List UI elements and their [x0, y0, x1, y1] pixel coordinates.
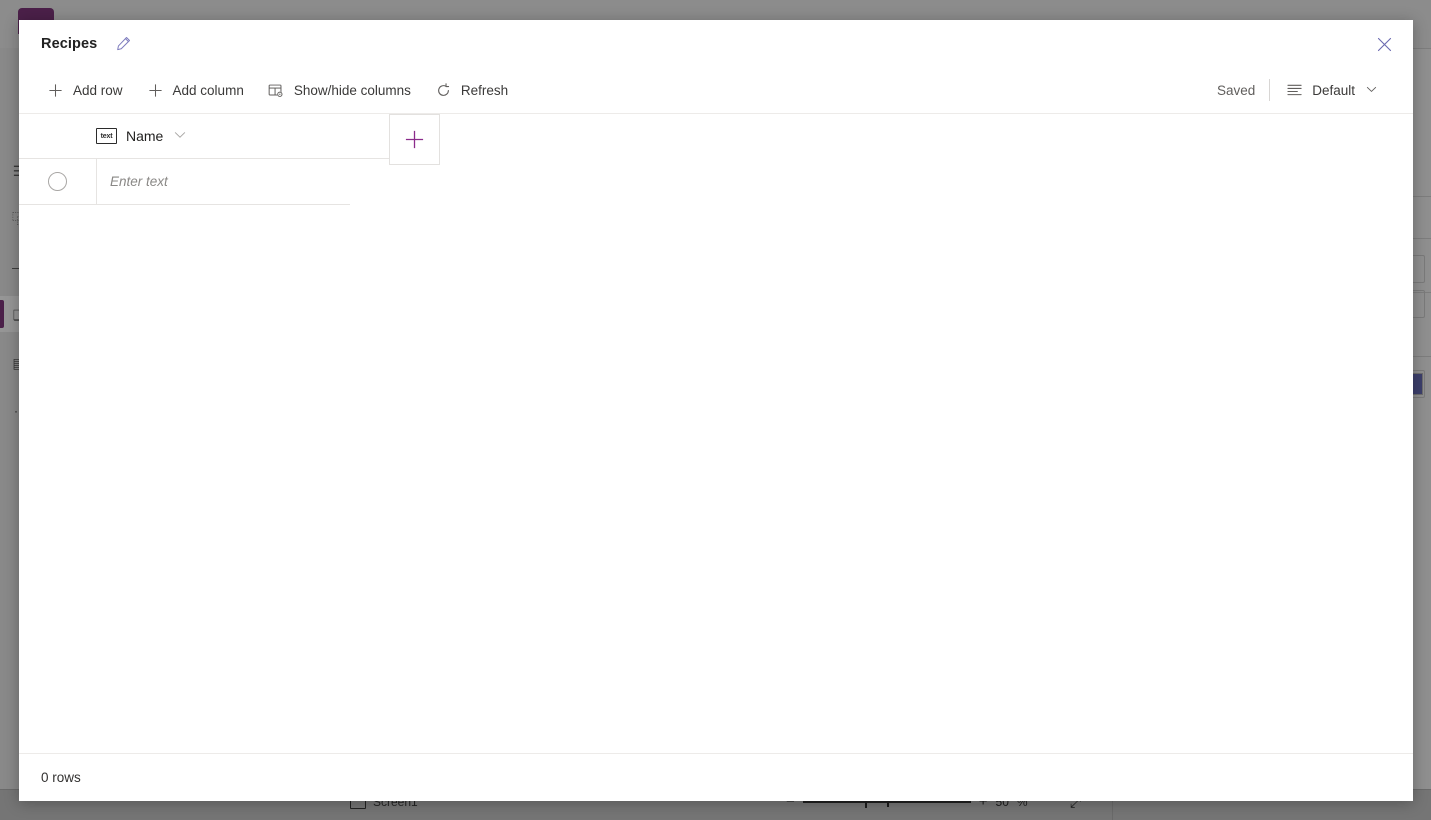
- view-selector-button[interactable]: Default: [1276, 74, 1387, 106]
- background-rail-selection-indicator: [0, 300, 4, 328]
- chevron-down-icon: [174, 131, 186, 142]
- close-icon: [1377, 37, 1391, 51]
- recipes-data-panel: Recipes Add row Add column Show/hide col…: [19, 20, 1413, 801]
- grid-column-header-name[interactable]: text Name: [96, 114, 349, 158]
- screen-root: ☰ ⿻ — ❑ ▤ · ▪ ✓ ✓ Screen1 −: [0, 0, 1431, 820]
- radio-unselected-icon[interactable]: [48, 172, 67, 191]
- row-selector-cell[interactable]: [19, 159, 97, 204]
- view-list-icon: [1286, 82, 1303, 99]
- toolbar-right-group: Saved Default: [1217, 74, 1391, 106]
- pencil-icon: [117, 37, 130, 51]
- show-hide-columns-label: Show/hide columns: [293, 82, 411, 98]
- row-count-label: 0 rows: [41, 770, 81, 785]
- toolbar-divider: [1269, 79, 1271, 101]
- columns-settings-icon: [268, 82, 285, 99]
- plus-icon: [47, 82, 64, 99]
- page-title: Recipes: [41, 35, 98, 52]
- refresh-button[interactable]: Refresh: [425, 74, 518, 106]
- refresh-icon: [435, 82, 452, 99]
- abc-icon: text: [96, 128, 117, 144]
- panel-header: Recipes: [19, 20, 1413, 67]
- background-rail-more-icon: ·: [14, 404, 18, 418]
- refresh-label: Refresh: [460, 82, 509, 98]
- view-name-label: Default: [1312, 82, 1355, 98]
- new-row-name-input[interactable]: [108, 173, 350, 190]
- grid-column-header-label: Name: [126, 128, 164, 144]
- add-row-label: Add row: [73, 82, 123, 98]
- show-hide-columns-button[interactable]: Show/hide columns: [258, 74, 421, 106]
- close-panel-button[interactable]: [1369, 30, 1399, 58]
- edit-table-name-button[interactable]: [112, 33, 134, 55]
- add-column-label: Add column: [172, 82, 244, 98]
- grid-header-selector-cell: [19, 114, 96, 158]
- grid-add-column-button[interactable]: [389, 114, 440, 165]
- plus-icon: [147, 82, 164, 99]
- add-column-button[interactable]: Add column: [137, 74, 254, 106]
- saved-status-label: Saved: [1216, 82, 1256, 98]
- row-cell-name[interactable]: [97, 159, 350, 204]
- chevron-down-icon: [1366, 85, 1377, 96]
- panel-footer: 0 rows: [19, 753, 1413, 801]
- grid-header-row: text Name: [19, 114, 420, 159]
- panel-toolbar: Add row Add column Show/hide columns Ref…: [19, 67, 1413, 114]
- plus-icon: [405, 130, 424, 149]
- table-row[interactable]: [19, 159, 350, 205]
- data-grid: text Name: [19, 114, 1413, 753]
- add-row-button[interactable]: Add row: [37, 74, 133, 106]
